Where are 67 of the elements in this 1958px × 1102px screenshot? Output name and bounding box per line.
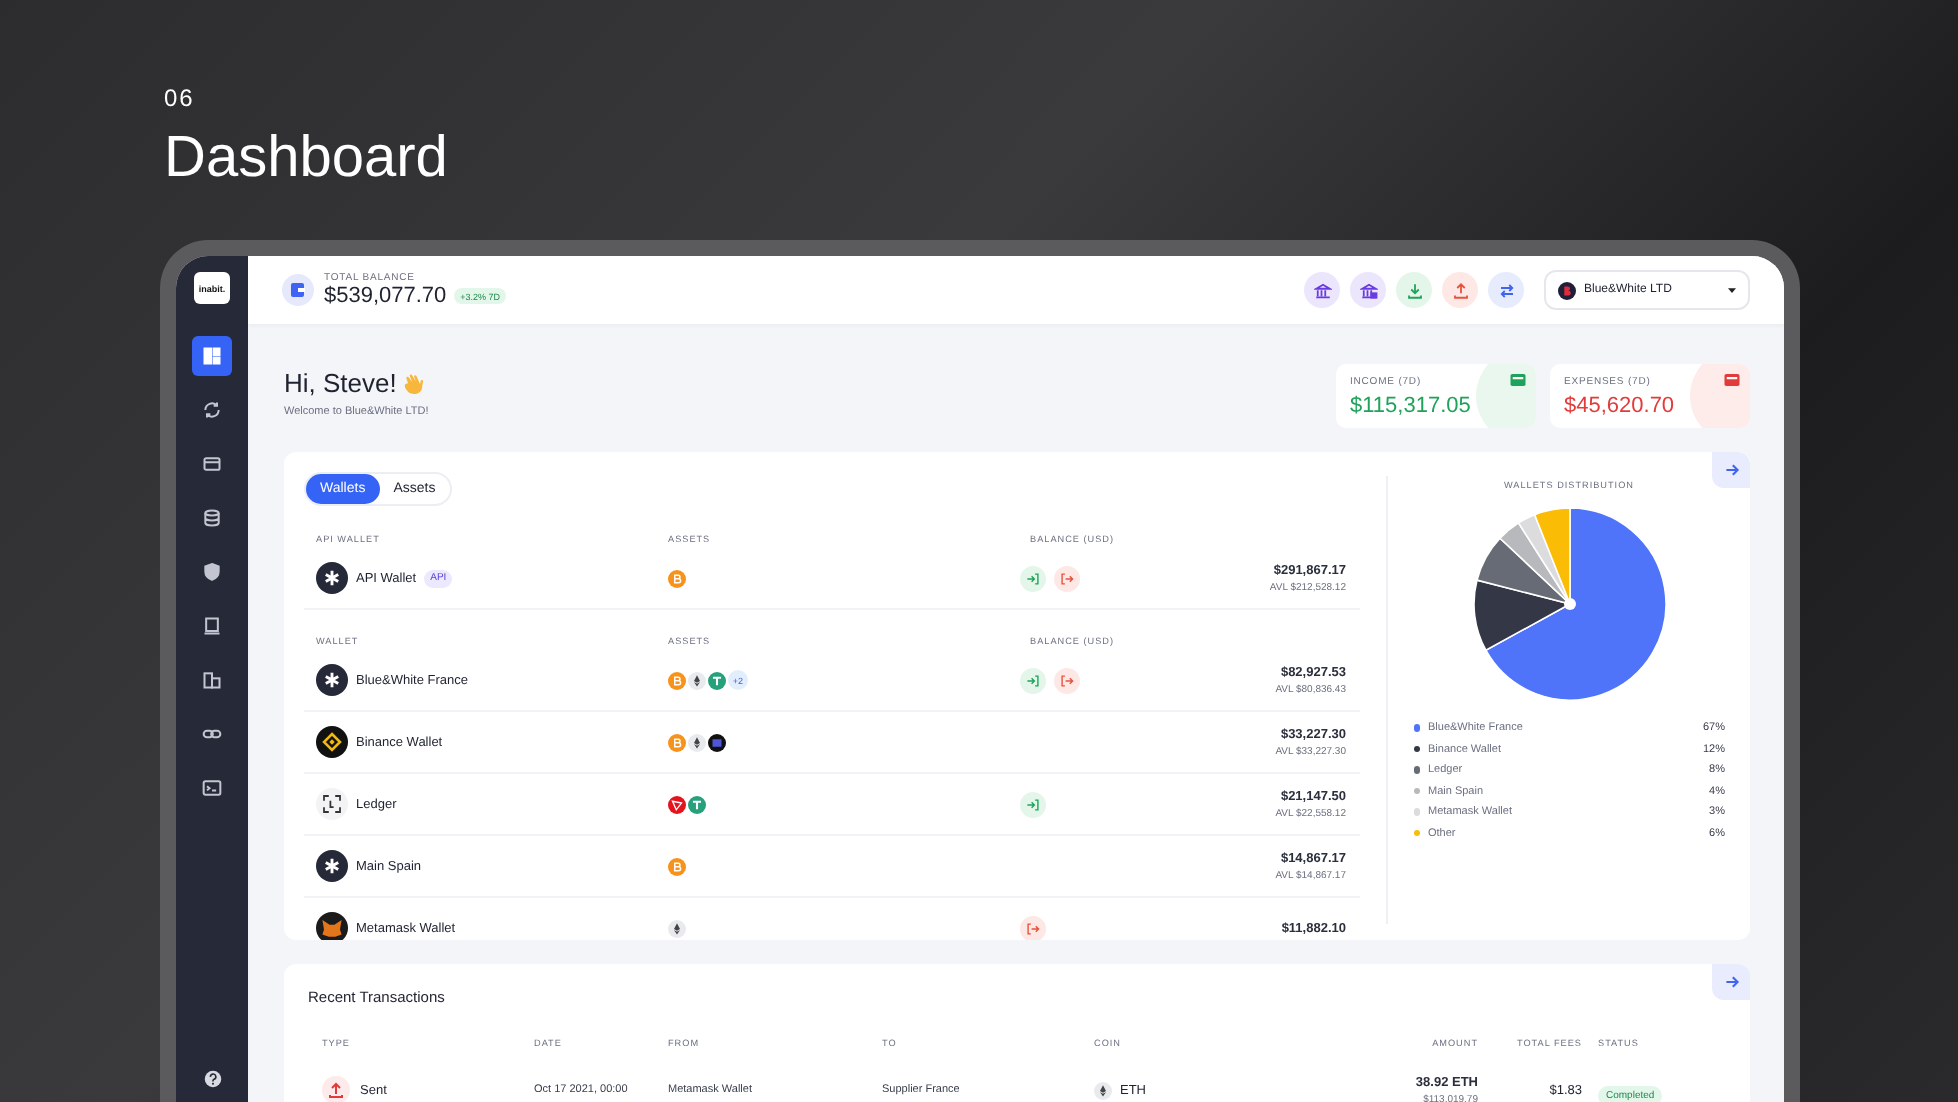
- stat-value: $45,620.70: [1564, 394, 1675, 418]
- greeting-title: Hi, Steve!: [284, 368, 397, 398]
- deposit-button[interactable]: [1020, 565, 1046, 591]
- arrow-right-icon: [1723, 974, 1739, 990]
- deposit-button[interactable]: [1020, 667, 1046, 693]
- shield-icon: [202, 562, 222, 582]
- coin-icon: [708, 733, 726, 751]
- total-balance-value: $539,077.70: [324, 284, 447, 308]
- terminal-icon: [202, 778, 222, 798]
- deposit-button[interactable]: [1020, 791, 1046, 817]
- arrow-right-icon: [1723, 462, 1739, 478]
- withdraw-button[interactable]: [1020, 915, 1046, 940]
- arrow-into-box-icon: [1026, 673, 1040, 687]
- arrow-out-of-box-icon: [1060, 571, 1074, 585]
- arrow-into-box-icon: [1026, 797, 1040, 811]
- coin-icon: [668, 671, 686, 689]
- bank-button[interactable]: [1304, 272, 1340, 308]
- arrow-out-of-box-icon: [1026, 921, 1040, 935]
- frame-corners-icon: [316, 788, 348, 820]
- asterisk-avatar-icon: [316, 850, 348, 882]
- coin-icon: [668, 733, 686, 751]
- withdraw-button[interactable]: [1442, 272, 1478, 308]
- swap-button[interactable]: [1488, 272, 1524, 308]
- link-icon: [202, 724, 222, 744]
- asterisk-avatar-icon: [316, 664, 348, 696]
- bank-icon: [1359, 281, 1377, 299]
- arrow-out-of-box-icon: [1060, 673, 1074, 687]
- swap-arrows-icon: [1497, 281, 1515, 299]
- arrow-into-box-icon: [1026, 571, 1040, 585]
- bank-lock-button[interactable]: [1350, 272, 1386, 308]
- coin-icon: [688, 733, 706, 751]
- company-logo-icon: [1558, 281, 1576, 299]
- slide-number: 06: [164, 84, 195, 112]
- coin-icon: [1094, 1081, 1112, 1099]
- deposit-button[interactable]: [1396, 272, 1432, 308]
- help-icon[interactable]: [203, 1070, 221, 1088]
- upload-icon: [322, 1076, 350, 1102]
- coin-icon: [668, 569, 686, 587]
- coin-icon: [668, 919, 686, 937]
- nav-button[interactable]: [192, 336, 232, 376]
- coin-icon: [668, 857, 686, 875]
- upload-icon: [1451, 281, 1469, 299]
- withdraw-button[interactable]: [1054, 667, 1080, 693]
- asterisk-avatar-icon: [316, 562, 348, 594]
- download-icon: [1405, 281, 1423, 299]
- slide-title: Dashboard: [164, 124, 448, 192]
- caret-icon: [1728, 287, 1736, 293]
- building-icon: [202, 670, 222, 690]
- pie-center-dot: [1563, 598, 1575, 610]
- open-button[interactable]: [1712, 452, 1750, 488]
- database-icon: [202, 508, 222, 528]
- open-button[interactable]: [1712, 964, 1750, 1000]
- stat-value: $115,317.05: [1350, 394, 1471, 418]
- coin-icon: [688, 671, 706, 689]
- exchange-icon: [202, 400, 222, 420]
- waving-hand-icon: [402, 371, 427, 395]
- withdraw-button[interactable]: [1054, 565, 1080, 591]
- fox-logo-icon: [316, 912, 348, 940]
- coin-icon: [668, 795, 686, 813]
- coin-icon: [708, 671, 726, 689]
- dashboard-icon: [202, 346, 222, 366]
- wallet-icon: [282, 274, 314, 306]
- diamond-logo-icon: [316, 726, 348, 758]
- wallet-icon: [202, 454, 222, 474]
- bank-icon: [1313, 281, 1331, 299]
- coin-icon: [688, 795, 706, 813]
- book-icon: [202, 616, 222, 636]
